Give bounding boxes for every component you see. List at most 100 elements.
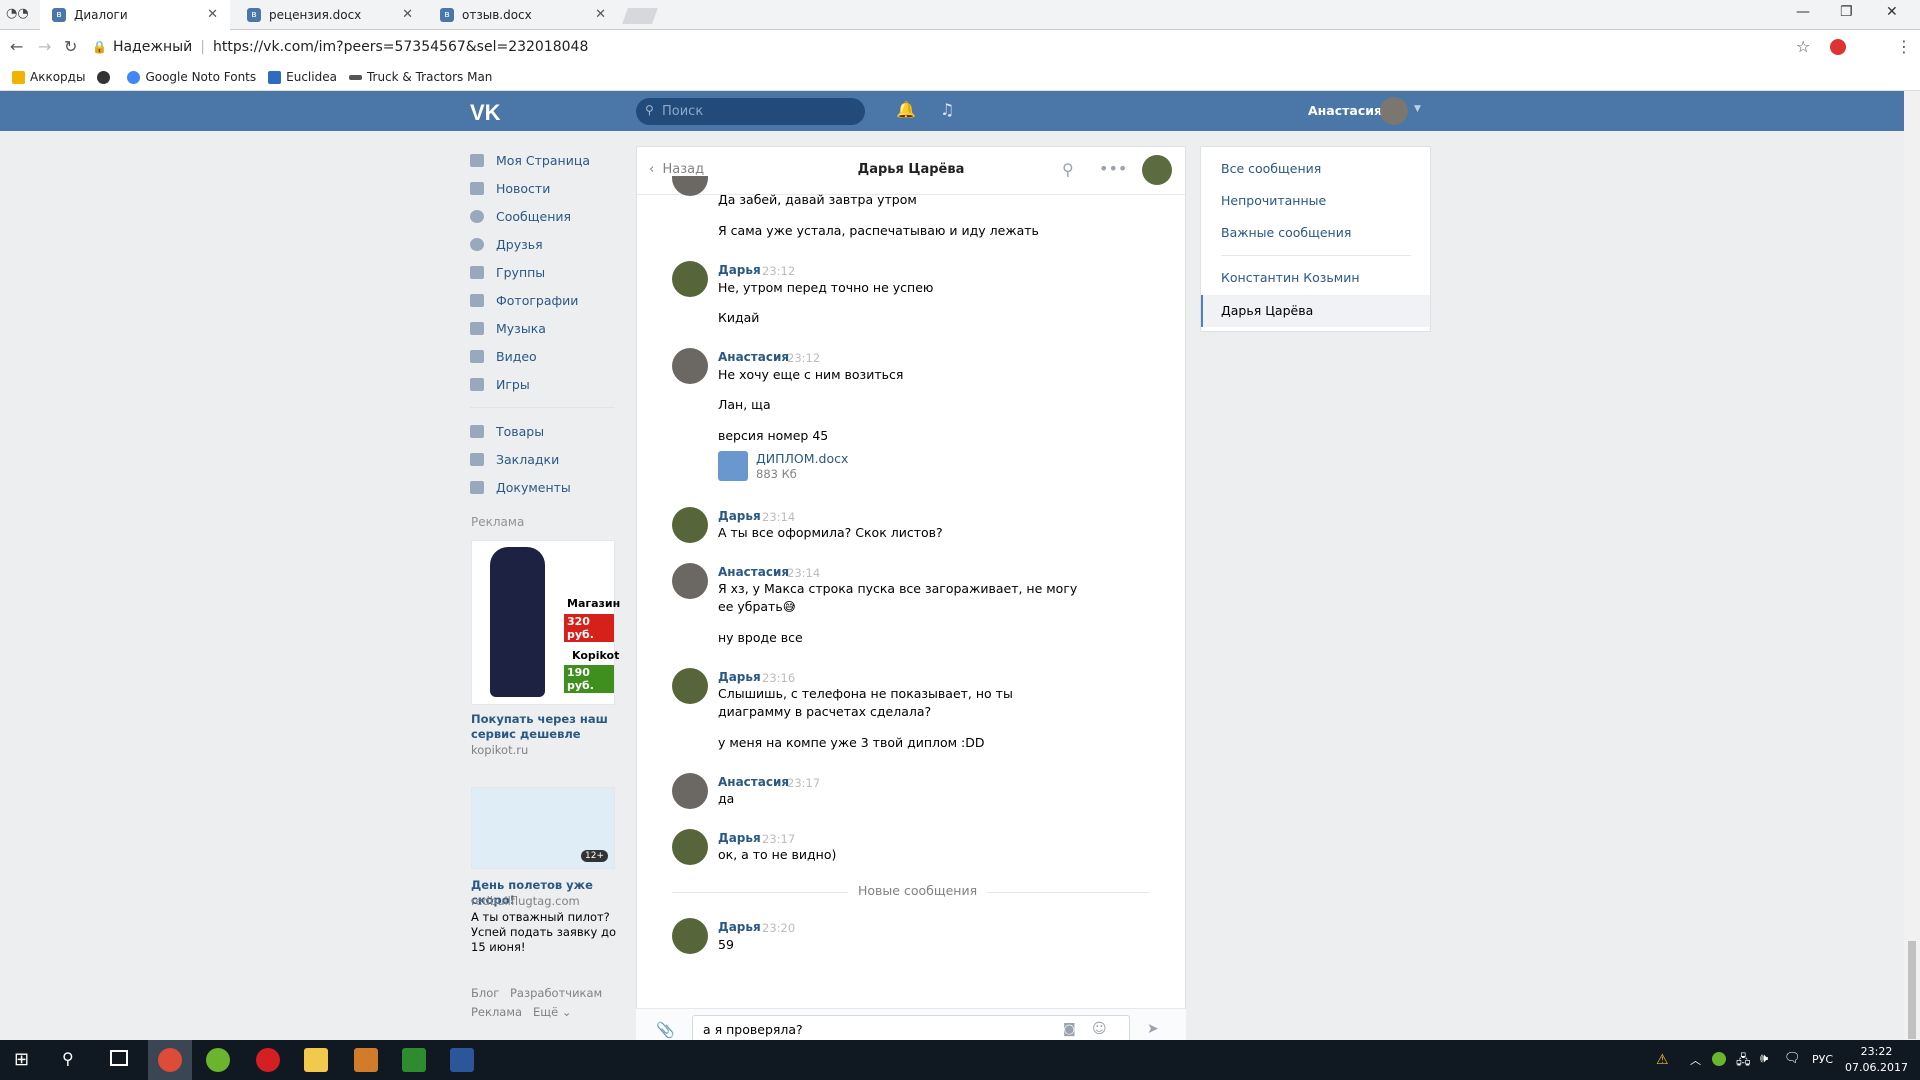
app-icon[interactable] [354, 1048, 378, 1072]
scrollbar-thumb[interactable] [1908, 941, 1916, 1039]
notifications-icon[interactable]: 🗨 [1784, 1051, 1801, 1066]
dialog-darya-selected[interactable]: Дарья Царёва [1201, 295, 1430, 327]
avatar[interactable] [672, 348, 708, 384]
paperclip-icon[interactable]: 📎 [656, 1021, 675, 1039]
extension-icon[interactable] [1830, 39, 1846, 55]
sidebar-item-friends[interactable]: Друзья [470, 233, 543, 255]
search-icon[interactable]: ⚲ [1062, 160, 1074, 179]
avatar[interactable] [672, 507, 708, 543]
bookmark-unnamed[interactable] [97, 70, 115, 84]
clock[interactable]: 23:22 07.06.2017 [1845, 1044, 1908, 1076]
avatar[interactable] [672, 261, 708, 297]
footer-blog-link[interactable]: Блог [471, 986, 499, 1000]
sidebar-item-my-page[interactable]: Моя Страница [470, 149, 590, 171]
sidebar-item-goods[interactable]: Товары [470, 420, 544, 442]
close-window-icon[interactable]: ✕ [1886, 4, 1898, 20]
sender-name[interactable]: Дарья [718, 831, 761, 845]
sender-name[interactable]: Анастасия [718, 565, 789, 579]
filter-all-messages[interactable]: Все сообщения [1221, 161, 1321, 176]
footer-more-link[interactable]: Ещё ⌄ [533, 1005, 571, 1019]
sidebar-item-messages[interactable]: Сообщения [470, 205, 571, 227]
dialog-darya-label: Дарья Царёва [1221, 303, 1314, 318]
new-tab-button[interactable] [622, 8, 658, 24]
windows-start-icon[interactable]: ⊞ [14, 1049, 29, 1070]
close-icon[interactable]: ✕ [402, 7, 413, 22]
avatar[interactable] [672, 829, 708, 865]
close-icon[interactable]: ✕ [207, 7, 218, 22]
news-icon [470, 181, 484, 195]
url-field[interactable]: 🔒 Надежный | https://vk.com/im?peers=573… [92, 34, 1812, 60]
sidebar-item-news[interactable]: Новости [470, 177, 550, 199]
sidebar-item-video[interactable]: Видео [470, 345, 537, 367]
sidebar-item-photos[interactable]: Фотографии [470, 289, 578, 311]
tab-feedback[interactable]: в отзыв.docx ✕ [428, 0, 618, 30]
filter-important[interactable]: Важные сообщения [1221, 225, 1351, 240]
sidebar-item-music[interactable]: Музыка [470, 317, 546, 339]
sender-name[interactable]: Дарья [718, 920, 761, 934]
dialog-konstantin[interactable]: Константин Козьмин [1221, 270, 1360, 285]
sender-name[interactable]: Дарья [718, 509, 761, 523]
sidebar-item-games[interactable]: Игры [470, 373, 530, 395]
sender-name[interactable]: Анастасия [718, 350, 789, 364]
avatar[interactable] [672, 773, 708, 809]
avatar[interactable] [672, 918, 708, 954]
document-icon[interactable] [718, 451, 748, 481]
avatar[interactable] [1380, 97, 1408, 125]
tray-utorrent-icon[interactable] [1712, 1052, 1726, 1066]
back-arrow-icon[interactable]: ← [10, 37, 23, 56]
word-icon[interactable] [450, 1048, 474, 1072]
warning-icon[interactable]: ⚠ [1656, 1052, 1669, 1068]
tab-review[interactable]: в рецензия.docx ✕ [235, 0, 425, 30]
task-view-icon[interactable] [110, 1050, 128, 1066]
avatar[interactable] [672, 668, 708, 704]
bell-icon[interactable]: 🔔 [896, 100, 916, 119]
restore-icon[interactable]: ❐ [1840, 4, 1853, 20]
network-icon[interactable]: 🖧 [1736, 1051, 1751, 1073]
sidebar-item-bookmarks[interactable]: Закладки [470, 448, 559, 470]
search-icon[interactable]: ⚲ [62, 1049, 74, 1068]
more-dots-icon[interactable]: ••• [1099, 159, 1127, 178]
star-icon[interactable]: ☆ [1796, 37, 1810, 56]
bookmark-noto-fonts[interactable]: Google Noto Fonts [127, 70, 256, 84]
menu-dots-icon[interactable]: ⋮ [1896, 37, 1912, 56]
ad-kopikot-image[interactable]: Магазин 320 руб. Kopikot 190 руб. [471, 540, 620, 705]
volume-icon[interactable]: 🕪 [1760, 1051, 1768, 1066]
footer-ads-link[interactable]: Реклама [471, 1005, 522, 1019]
chevron-up-icon[interactable]: ︿ [1690, 1052, 1701, 1068]
sender-name[interactable]: Дарья [718, 263, 761, 277]
vk-logo[interactable]: VK [470, 100, 501, 126]
search-input[interactable]: ⚲ Поиск [636, 98, 865, 125]
footer-developers-link[interactable]: Разработчикам [510, 986, 602, 1000]
file-name-link[interactable]: ДИПЛОМ.docx [756, 451, 848, 466]
opera-icon[interactable] [256, 1048, 280, 1072]
send-icon[interactable]: ➤ [1147, 1021, 1159, 1037]
ad-title[interactable]: Покупать через наш сервис дешевле [471, 712, 621, 742]
bookmark-truck[interactable]: Truck & Tractors Man [348, 70, 492, 84]
emoji-icon[interactable]: ☺ [1092, 1021, 1107, 1037]
ad-redbull-image[interactable]: 12+ [471, 787, 615, 869]
reload-icon[interactable]: ↻ [64, 37, 77, 56]
file-explorer-icon[interactable] [304, 1048, 328, 1072]
close-icon[interactable]: ✕ [595, 7, 606, 22]
sender-name[interactable]: Анастасия [718, 775, 789, 789]
avatar[interactable] [672, 563, 708, 599]
avatar[interactable] [1142, 155, 1172, 185]
forward-arrow-icon[interactable]: → [38, 37, 51, 56]
sender-name[interactable]: Дарья [718, 670, 761, 684]
camera-icon[interactable]: ◙ [1063, 1022, 1076, 1037]
page-scrollbar[interactable] [1904, 91, 1920, 1040]
bookmark-chords[interactable]: Аккорды [12, 70, 85, 84]
chrome-icon[interactable] [158, 1048, 182, 1072]
notepad-icon[interactable] [402, 1048, 426, 1072]
user-name[interactable]: Анастасия [1308, 103, 1382, 118]
utorrent-icon[interactable] [206, 1048, 230, 1072]
sidebar-item-groups[interactable]: Группы [470, 261, 545, 283]
music-icon[interactable]: ♫ [940, 100, 954, 119]
minimize-icon[interactable]: — [1796, 4, 1810, 20]
chevron-down-icon[interactable]: ▼ [1414, 104, 1421, 114]
language-indicator[interactable]: РУС [1812, 1053, 1833, 1066]
bookmark-euclidea[interactable]: Euclidea [268, 70, 337, 84]
filter-unread[interactable]: Непрочитанные [1221, 193, 1326, 208]
tab-dialogs[interactable]: в Диалоги ✕ [40, 0, 230, 30]
sidebar-item-documents[interactable]: Документы [470, 476, 571, 498]
